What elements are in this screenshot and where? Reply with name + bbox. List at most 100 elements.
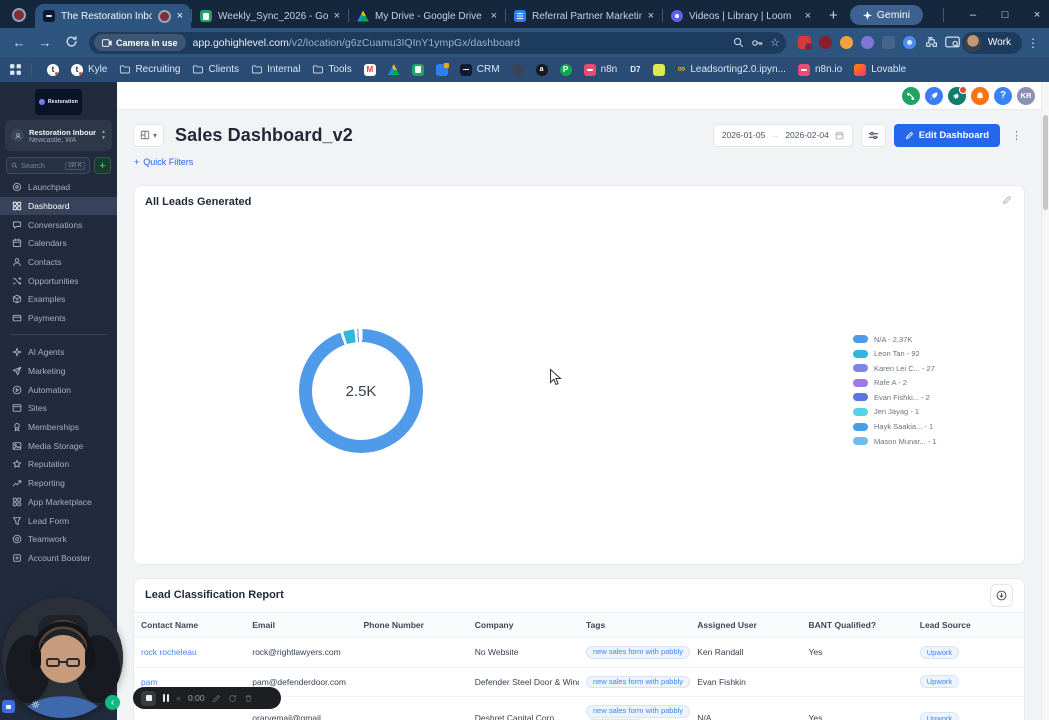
sidebar-item-media-storage[interactable]: Media Storage xyxy=(0,436,117,455)
delete-recording-icon[interactable] xyxy=(244,694,253,703)
phone-icon[interactable] xyxy=(902,86,920,105)
browser-tab-the-restoration-inbound[interactable]: The Restoration Inbound × xyxy=(35,4,191,28)
gemini-button[interactable]: Gemini xyxy=(849,5,924,25)
maximize-button[interactable]: □ xyxy=(992,9,1018,21)
bookmark-n8n-io[interactable]: n8n.io xyxy=(792,63,848,76)
legend-item-evan-fishki[interactable]: Evan Fishki... - 2 xyxy=(853,393,937,402)
edit-dashboard-button[interactable]: Edit Dashboard xyxy=(893,123,1000,147)
browser-menu-button[interactable]: ⋮ xyxy=(1024,36,1042,50)
quick-filters-link[interactable]: + Quick Filters xyxy=(134,157,193,167)
legend-item-hayk-saakia[interactable]: Hayk Saakia... - 1 xyxy=(853,422,937,431)
bookmark-clients[interactable]: Clients xyxy=(186,64,245,75)
bookmark-star-icon[interactable]: ☆ xyxy=(770,36,780,49)
sidebar-item-app-marketplace[interactable]: App Marketplace xyxy=(0,493,117,512)
bookmark-internal[interactable]: Internal xyxy=(245,64,306,75)
sidebar-item-calendars[interactable]: Calendars xyxy=(0,234,117,253)
extension-icon-1[interactable] xyxy=(797,36,813,51)
scrollbar-thumb[interactable] xyxy=(1043,115,1048,210)
forward-button[interactable]: → xyxy=(33,35,57,50)
browser-tab-my-drive-google-drive[interactable]: My Drive - Google Drive × xyxy=(349,4,505,28)
password-key-icon[interactable] xyxy=(751,37,763,49)
minimize-button[interactable]: – xyxy=(960,9,986,21)
sidebar-item-contacts[interactable]: Contacts xyxy=(0,253,117,272)
zoom-icon[interactable] xyxy=(733,37,744,48)
camera-in-use-chip[interactable]: Camera in use xyxy=(94,34,186,51)
account-switcher[interactable]: Restoration Inbound Newcastle, WA ▲ ▼ xyxy=(5,120,112,151)
bookmark-asterisk[interactable] xyxy=(647,63,671,76)
bookmark-drive[interactable] xyxy=(382,63,406,76)
bookmark-d7[interactable]: D7 xyxy=(623,64,647,76)
legend-item-karen-lei-c[interactable]: Karen Lei C... - 27 xyxy=(853,364,937,373)
bookmark-lovable[interactable]: Lovable xyxy=(848,63,912,76)
legend-item-jen-jayag[interactable]: Jen Jayag - 1 xyxy=(853,407,937,416)
bookmark-crm[interactable]: CRM xyxy=(454,63,506,76)
sidebar-item-marketing[interactable]: Marketing xyxy=(0,362,117,381)
back-button[interactable]: ← xyxy=(7,35,31,50)
bookmark-n8n[interactable]: n8n xyxy=(578,63,624,76)
donut-chart[interactable]: 2.5K xyxy=(299,329,423,453)
bookmark-kyle[interactable]: t Kyle xyxy=(65,63,113,76)
legend-item-leon-tan[interactable]: Leon Tan - 92 xyxy=(853,349,937,358)
bookmark-pabbly[interactable]: P xyxy=(554,63,578,76)
sidebar-item-memberships[interactable]: Memberships xyxy=(0,418,117,437)
bookmark-recruiting[interactable]: Recruiting xyxy=(113,64,186,75)
sidebar-item-launchpad[interactable]: Launchpad xyxy=(0,178,117,197)
sidebar-item-reputation[interactable]: Reputation xyxy=(0,455,117,474)
sidebar-search-input[interactable]: Search ctrl K xyxy=(6,157,90,174)
restart-icon[interactable] xyxy=(228,694,237,703)
tab-close-icon[interactable]: × xyxy=(805,10,811,22)
reload-button[interactable] xyxy=(59,35,83,51)
address-bar[interactable]: Camera in use app.gohighlevel.com/v2/loc… xyxy=(89,31,786,54)
sidebar-item-sites[interactable]: Sites xyxy=(0,399,117,418)
bookmark-tools[interactable]: Tools xyxy=(306,64,357,75)
legend-item-rafe-a[interactable]: Rafe A - 2 xyxy=(853,378,937,387)
extension-icon-6[interactable] xyxy=(902,36,916,49)
extensions-puzzle-icon[interactable] xyxy=(924,36,937,49)
help-icon[interactable]: ? xyxy=(994,86,1012,105)
bookmark-gmail[interactable]: M xyxy=(358,63,382,76)
bell-icon[interactable] xyxy=(971,86,989,105)
user-avatar[interactable]: KR xyxy=(1017,86,1035,105)
browser-profile-button[interactable]: Work xyxy=(961,31,1022,54)
contact-link[interactable]: rock rocheleau xyxy=(141,647,197,657)
sidebar-item-examples[interactable]: Examples xyxy=(0,290,117,309)
pause-recording-button[interactable] xyxy=(163,694,169,702)
megaphone-icon[interactable] xyxy=(948,85,967,105)
tab-close-icon[interactable]: × xyxy=(177,10,183,22)
page-scrollbar[interactable] xyxy=(1041,82,1049,720)
webcam-settings[interactable] xyxy=(31,700,40,709)
legend-item-n-a[interactable]: N/A - 2.37K xyxy=(853,335,937,344)
sidebar-item-opportunities[interactable]: Opportunities xyxy=(0,271,117,290)
rocket-icon[interactable] xyxy=(925,86,943,105)
extension-icon-2[interactable] xyxy=(818,36,832,49)
tab-close-icon[interactable]: × xyxy=(491,10,497,22)
browser-tab-weekly-sync-2026-google-s[interactable]: Weekly_Sync_2026 - Google S × xyxy=(192,4,348,28)
date-range-picker[interactable]: 2026-01-05 → 2026-02-04 xyxy=(712,123,853,147)
filters-button[interactable] xyxy=(860,123,886,147)
sidebar-item-automation[interactable]: Automation xyxy=(0,380,117,399)
widget-edit-button[interactable] xyxy=(1002,195,1012,205)
tab-close-icon[interactable]: × xyxy=(334,10,340,22)
new-tab-button[interactable]: + xyxy=(829,8,838,23)
bookmark-sheets[interactable] xyxy=(406,63,430,76)
sidebar-item-lead-form[interactable]: Lead Form xyxy=(0,511,117,530)
chat-widget-icon[interactable] xyxy=(2,700,15,713)
bookmark-globe-dark[interactable] xyxy=(506,63,530,76)
restart-recording-icon[interactable]: « xyxy=(176,693,181,703)
sidebar-item-reporting[interactable]: Reporting xyxy=(0,474,117,493)
bookmark-t-circle[interactable]: t xyxy=(41,63,65,76)
bookmark-docs-badge[interactable] xyxy=(430,62,454,76)
dashboard-menu-button[interactable]: ⋮ xyxy=(1008,129,1025,142)
close-window-button[interactable]: × xyxy=(1024,9,1049,21)
webcam-collapse-button[interactable]: ‹ xyxy=(105,695,120,710)
stop-recording-button[interactable] xyxy=(141,690,156,706)
sidebar-item-teamwork[interactable]: Teamwork xyxy=(0,530,117,549)
extension-icon-4[interactable] xyxy=(860,36,874,49)
sidebar-item-ai-agents[interactable]: AI Agents xyxy=(0,343,117,362)
extension-icon-5[interactable] xyxy=(881,36,895,49)
sidebar-item-conversations[interactable]: Conversations xyxy=(0,215,117,234)
browser-tab-videos-library-loom[interactable]: Videos | Library | Loom × xyxy=(663,4,819,28)
sidebar-item-account-booster[interactable]: Account Booster xyxy=(0,549,117,568)
dashboard-switcher-button[interactable]: ▾ xyxy=(133,123,164,147)
tab-close-icon[interactable]: × xyxy=(648,10,654,22)
